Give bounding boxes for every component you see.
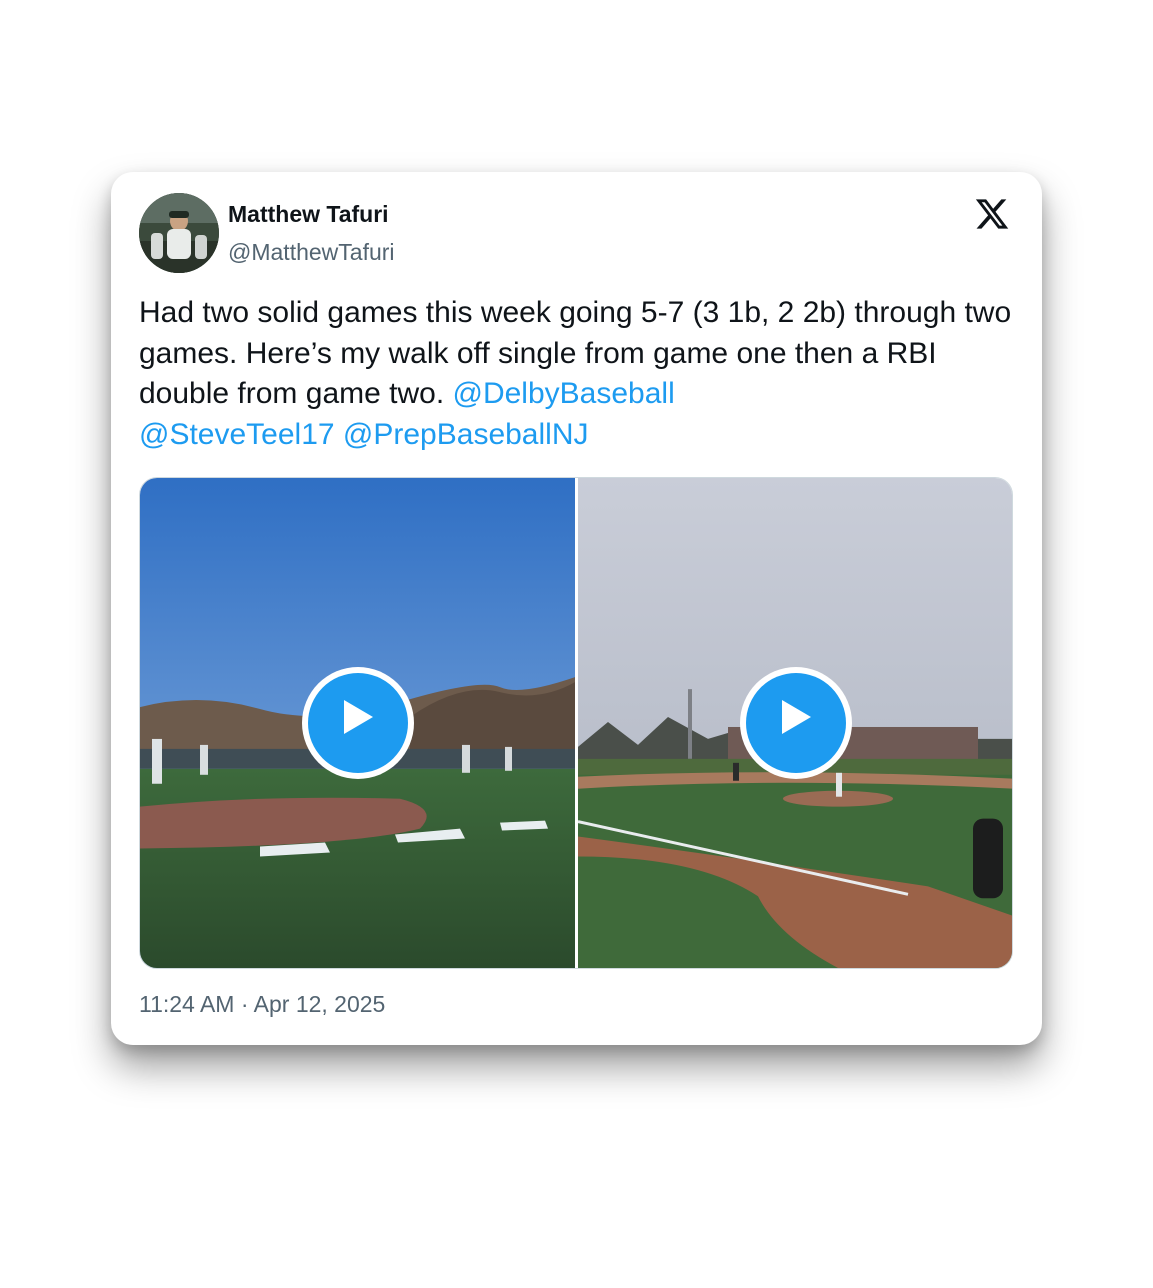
play-icon xyxy=(344,700,373,734)
avatar[interactable] xyxy=(139,193,219,273)
mention-link[interactable]: @PrepBaseballNJ xyxy=(343,418,589,451)
tweet-card: Matthew Tafuri @MatthewTafuri Had two so… xyxy=(111,172,1042,1045)
play-button[interactable] xyxy=(302,667,414,779)
x-logo-icon[interactable] xyxy=(973,196,1011,232)
video-thumbnail[interactable] xyxy=(140,478,575,968)
tweet-text: Had two solid games this week going 5-7 … xyxy=(139,293,1019,455)
video-thumbnail[interactable] xyxy=(578,478,1012,968)
play-button[interactable] xyxy=(740,667,852,779)
timestamp[interactable]: 11:24 AM · Apr 12, 2025 xyxy=(139,991,385,1018)
play-icon xyxy=(782,700,811,734)
media-grid xyxy=(139,477,1013,969)
author-name[interactable]: Matthew Tafuri xyxy=(228,201,389,228)
author-handle[interactable]: @MatthewTafuri xyxy=(228,239,395,266)
mention-link[interactable]: @SteveTeel17 xyxy=(139,418,335,451)
mention-link[interactable]: @DelbyBaseball xyxy=(453,377,675,410)
